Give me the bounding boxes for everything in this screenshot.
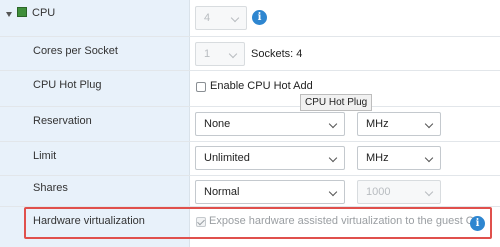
sockets-count-text: Sockets: 4 [251, 48, 303, 60]
cpu-hot-plug-label: CPU Hot Plug [33, 79, 102, 91]
chevron-down-icon [328, 153, 338, 163]
expand-triangle-icon[interactable] [6, 12, 12, 17]
cores-per-socket-label: Cores per Socket [33, 45, 118, 57]
chevron-down-icon [424, 119, 434, 129]
limit-select[interactable]: Unlimited [195, 146, 345, 170]
cores-per-socket-select[interactable]: 1 [195, 42, 245, 66]
cpu-label: CPU [32, 7, 56, 19]
shares-amount-select[interactable]: 1000 [357, 180, 441, 204]
chevron-down-icon [424, 187, 434, 197]
reservation-select[interactable]: None [195, 112, 345, 136]
cpu-count-select[interactable]: 4 [195, 6, 247, 30]
shares-row: Shares Normal 1000 [0, 176, 500, 207]
shares-label: Shares [33, 182, 68, 194]
info-icon[interactable]: i [252, 10, 267, 25]
shares-select[interactable]: Normal [195, 180, 345, 204]
highlight-box [24, 207, 492, 239]
cpu-chip-icon [17, 7, 27, 17]
enable-cpu-hot-add-checkbox[interactable] [196, 82, 206, 92]
cpu-hot-plug-row: CPU Hot Plug Enable CPU Hot Add [0, 71, 500, 107]
reservation-row: Reservation None MHz [0, 107, 500, 142]
cpu-hot-plug-tooltip: CPU Hot Plug [300, 94, 373, 111]
chevron-down-icon [328, 119, 338, 129]
cores-per-socket-row: Cores per Socket 1 Sockets: 4 [0, 37, 500, 71]
chevron-down-icon [424, 153, 434, 163]
chevron-down-icon [328, 187, 338, 197]
reservation-unit-select[interactable]: MHz [357, 112, 441, 136]
limit-row: Limit Unlimited MHz [0, 142, 500, 176]
cpu-settings-panel: CPU 4 i Cores per Socket 1 Sockets: 4 CP… [0, 0, 500, 247]
chevron-down-icon [228, 49, 238, 59]
reservation-label: Reservation [33, 115, 92, 127]
limit-label: Limit [33, 150, 57, 162]
limit-unit-select[interactable]: MHz [357, 146, 441, 170]
enable-cpu-hot-add-label[interactable]: Enable CPU Hot Add [210, 80, 313, 92]
cpu-row: CPU 4 i [0, 0, 500, 37]
chevron-down-icon [230, 13, 240, 23]
